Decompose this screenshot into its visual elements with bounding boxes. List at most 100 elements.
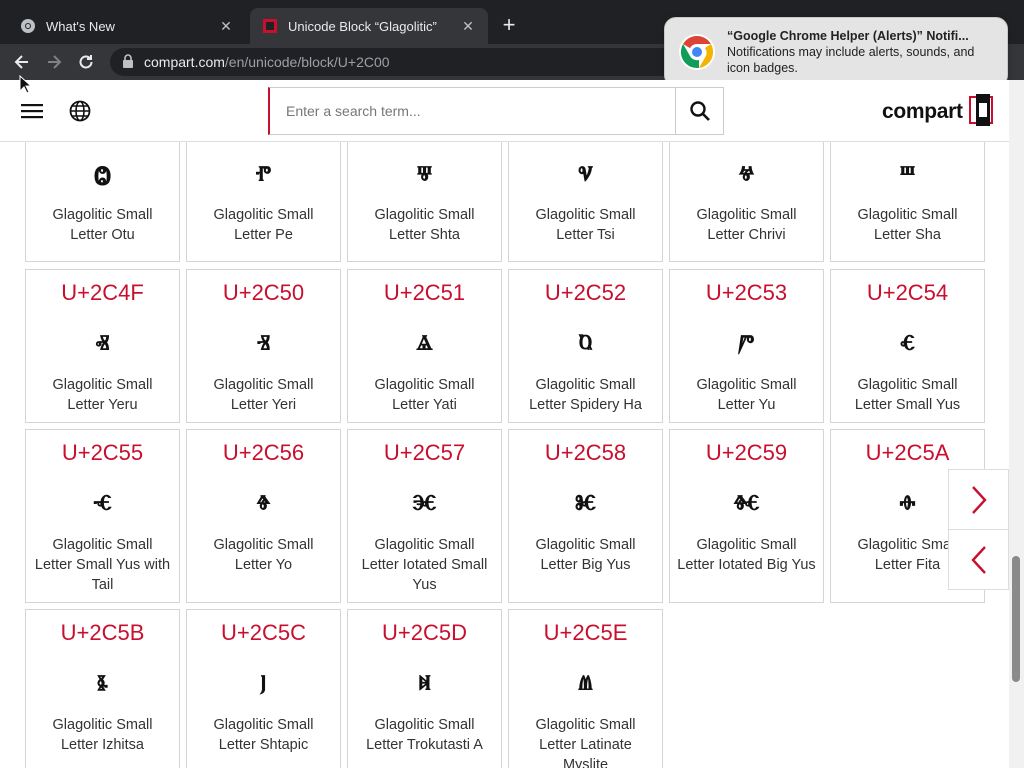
character-name: Glagolitic Small Letter Shtapic (213, 717, 314, 753)
glyph-preview: ⱌ (578, 159, 593, 192)
tab-label: Unicode Block “Glagolitic” (288, 18, 437, 34)
globe-icon[interactable] (68, 99, 92, 123)
character-name: Glagolitic Small Letter Pe (213, 207, 314, 243)
tab-close-icon[interactable]: ✕ (218, 18, 234, 34)
glyph-preview: ⱛ (97, 668, 108, 701)
lock-icon (122, 53, 134, 71)
character-card[interactable]: U+2C54 ⱔ Glagolitic Small Letter Small Yus (830, 269, 985, 423)
character-card[interactable]: U+2C50 ⱐ Glagolitic Small Letter Yeri (186, 269, 341, 423)
character-name: Glagolitic Small Letter Small Yus with T… (34, 537, 171, 593)
codepoint-label: U+2C51 (383, 280, 466, 305)
chevron-right-icon (971, 485, 987, 514)
site-header: compart (0, 80, 1009, 142)
compart-logo-icon (967, 93, 995, 131)
compart-logo[interactable]: compart (882, 93, 995, 131)
chrome-app-icon (677, 32, 717, 72)
glyph-preview: ⱏ (95, 328, 110, 361)
codepoint-label: U+2C5D (382, 620, 467, 645)
character-name: Glagolitic Small Letter Iotated Small Yu… (361, 537, 488, 593)
glyph-preview: ⱗ (412, 488, 437, 521)
codepoint-label: U+2C58 (544, 440, 627, 465)
glyph-preview: ⱞ (578, 668, 593, 701)
glyph-preview: ⱔ (900, 328, 915, 361)
character-name: Glagolitic Small Letter Tsi (535, 207, 636, 243)
character-name: Glagolitic Small Letter Big Yus (535, 537, 636, 573)
character-card[interactable]: U+2C58 ⱘ Glagolitic Small Letter Big Yus (508, 429, 663, 603)
compart-favicon-icon (262, 18, 278, 34)
mouse-cursor-icon (19, 74, 33, 95)
character-name: Glagolitic Small Letter Spidery Ha (529, 377, 642, 413)
tab-unicode-block[interactable]: Unicode Block “Glagolitic” ✕ (250, 8, 488, 44)
reload-icon[interactable] (74, 50, 98, 74)
character-name: Glagolitic Small Letter Yo (213, 537, 314, 573)
character-card[interactable]: U+2C53 ⱓ Glagolitic Small Letter Yu (669, 269, 824, 423)
codepoint-label: U+2C54 (866, 280, 949, 305)
glyph-preview: ⱋ (416, 159, 433, 192)
glyph-preview: ⱕ (93, 488, 112, 521)
character-name: Glagolitic Small Letter Latinate Myslite (535, 717, 636, 768)
character-card[interactable]: U+2C5E ⱞ Glagolitic Small Letter Latinate … (508, 609, 663, 768)
character-card[interactable]: ⱋ Glagolitic Small Letter Shta (347, 142, 502, 262)
codepoint-label: U+2C55 (61, 440, 144, 465)
character-card[interactable]: U+2C59 ⱙ Glagolitic Small Letter Iotated B… (669, 429, 824, 603)
character-name: Glagolitic Small Letter Yu (696, 377, 797, 413)
chrome-icon (20, 18, 36, 34)
character-card[interactable]: ⱌ Glagolitic Small Letter Tsi (508, 142, 663, 262)
glyph-preview: ⱖ (256, 488, 271, 521)
glyph-preview: ⱜ (260, 668, 267, 701)
notification-banner[interactable]: “Google Chrome Helper (Alerts)” Notifi..… (664, 17, 1008, 87)
tab-label: What's New (46, 18, 115, 34)
glyph-preview: Ⱉ (93, 159, 112, 192)
character-card[interactable]: U+2C51 ⱑ Glagolitic Small Letter Yati (347, 269, 502, 423)
character-card[interactable]: U+2C5B ⱛ Glagolitic Small Letter Izhitsa (25, 609, 180, 768)
codepoint-label: U+2C5C (221, 620, 306, 645)
character-card[interactable]: U+2C52 ⱒ Glagolitic Small Letter Spidery H… (508, 269, 663, 423)
forward-icon[interactable] (42, 50, 66, 74)
codepoint-label: U+2C57 (383, 440, 466, 465)
codepoint-label: U+2C53 (705, 280, 788, 305)
character-name: Glagolitic Small Letter Yati (374, 377, 475, 413)
character-card[interactable]: ⱎ Glagolitic Small Letter Sha (830, 142, 985, 262)
codepoint-label: U+2C56 (222, 440, 305, 465)
glyph-preview: ⱙ (733, 488, 760, 521)
tab-close-icon[interactable]: ✕ (460, 18, 476, 34)
character-card[interactable]: U+2C5C ⱜ Glagolitic Small Letter Shtapic (186, 609, 341, 768)
character-name: Glagolitic Small Letter Trokutasti A (366, 717, 483, 753)
search-button[interactable] (675, 88, 723, 134)
url-host: compart.com (144, 54, 225, 70)
character-card[interactable]: U+2C55 ⱕ Glagolitic Small Letter Small Yus… (25, 429, 180, 603)
codepoint-label: U+2C5B (60, 620, 145, 645)
codepoint-label: U+2C5E (543, 620, 628, 645)
codepoint-label: U+2C59 (705, 440, 788, 465)
character-name: Glagolitic Small Letter Yeru (52, 377, 153, 413)
page-scrollbar-thumb[interactable] (1012, 556, 1020, 682)
character-card[interactable]: U+2C57 ⱗ Glagolitic Small Letter Iotated S… (347, 429, 502, 603)
glyph-preview: ⱓ (738, 328, 755, 361)
codepoint-label: U+2C5A (865, 440, 950, 465)
character-card[interactable]: Ⱉ Glagolitic Small Letter Otu (25, 142, 180, 262)
character-name: Glagolitic Small Letter Shta (374, 207, 475, 243)
new-tab-button[interactable]: + (497, 14, 521, 38)
glyph-preview: ⱘ (575, 488, 596, 521)
hamburger-menu-icon[interactable] (20, 100, 44, 122)
address-bar[interactable]: compart.com/en/unicode/block/U+2C00 (110, 48, 690, 76)
character-card[interactable]: U+2C5D ⱝ Glagolitic Small Letter Trokutast… (347, 609, 502, 768)
search-input[interactable] (270, 88, 675, 134)
character-card[interactable]: ⱂ Glagolitic Small Letter Pe (186, 142, 341, 262)
character-card[interactable]: U+2C4F ⱏ Glagolitic Small Letter Yeru (25, 269, 180, 423)
glyph-preview: ⱎ (899, 159, 916, 192)
notification-body: Notifications may include alerts, sounds… (727, 45, 975, 75)
character-card[interactable]: U+2C56 ⱖ Glagolitic Small Letter Yo (186, 429, 341, 603)
glyph-preview: ⱑ (416, 328, 433, 361)
url-path: /en/unicode/block/U+2C00 (224, 54, 390, 70)
previous-page-button[interactable] (948, 529, 1009, 590)
character-name: Glagolitic Small Letter Yeri (213, 377, 314, 413)
chevron-left-icon (970, 545, 986, 574)
glyph-preview: ⱍ (738, 159, 755, 192)
next-page-button[interactable] (948, 469, 1009, 530)
back-icon[interactable] (10, 50, 34, 74)
codepoint-label: U+2C4F (61, 280, 144, 305)
character-card[interactable]: ⱍ Glagolitic Small Letter Chrivi (669, 142, 824, 262)
character-name: Glagolitic Small Letter Otu (52, 207, 153, 243)
tab-whats-new[interactable]: What's New ✕ (8, 8, 246, 44)
